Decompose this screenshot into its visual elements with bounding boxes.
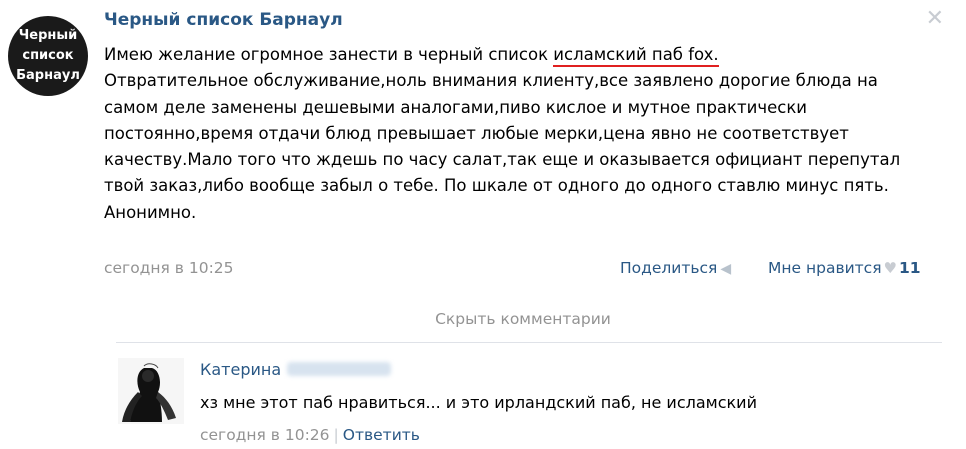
post-intro: Имею желание огромное занести в черный с… [104, 42, 934, 68]
group-avatar[interactable]: Черный список Барнаул [8, 16, 88, 96]
blurred-surname [287, 362, 392, 376]
like-count: 11 [898, 259, 921, 277]
heart-icon: ♥ [883, 259, 897, 277]
post-intro-text: Имею желание огромное занести в черный с… [104, 45, 554, 64]
avatar-line-2: список [22, 48, 74, 63]
post-text: Имею желание огромное занести в черный с… [104, 42, 934, 226]
comment-avatar[interactable] [118, 358, 184, 424]
post-highlight: исламский паб fox. [553, 45, 719, 67]
post-time-text: сегодня в 10:25 [104, 259, 234, 277]
post-body: Отвратительное обслуживание,ноль внимани… [104, 71, 901, 196]
share-button[interactable]: Поделиться ◀ [620, 259, 731, 277]
avatar-image [118, 358, 184, 424]
avatar-line-3: Барнаул [16, 68, 80, 83]
close-icon[interactable]: ✕ [926, 6, 944, 31]
divider [116, 342, 942, 343]
hide-comments-link[interactable]: Скрыть комментарии [0, 310, 966, 328]
share-label: Поделиться [620, 259, 718, 277]
post-timestamp[interactable]: сегодня в 10:25 [104, 259, 238, 277]
like-label: Мне нравится [768, 259, 882, 277]
post-sign: Анонимно. [104, 202, 197, 222]
group-name-link[interactable]: Черный список Барнаул [104, 10, 343, 30]
avatar-line-1: Черный [18, 28, 78, 43]
comment-author[interactable]: Катерина [200, 360, 392, 379]
comment-text: хз мне этот паб нравиться... и это ирлан… [200, 393, 757, 412]
like-button[interactable]: Мне нравится ♥ 11 [768, 259, 921, 277]
megaphone-icon: ◀ [720, 261, 732, 277]
comment-meta: сегодня в 10:26 | Ответить [200, 426, 420, 444]
comment-author-name: Катерина [200, 360, 282, 379]
reply-button[interactable]: Ответить [343, 426, 420, 444]
meta-separator: | [333, 426, 339, 444]
comment-timestamp[interactable]: сегодня в 10:26 [200, 426, 330, 444]
